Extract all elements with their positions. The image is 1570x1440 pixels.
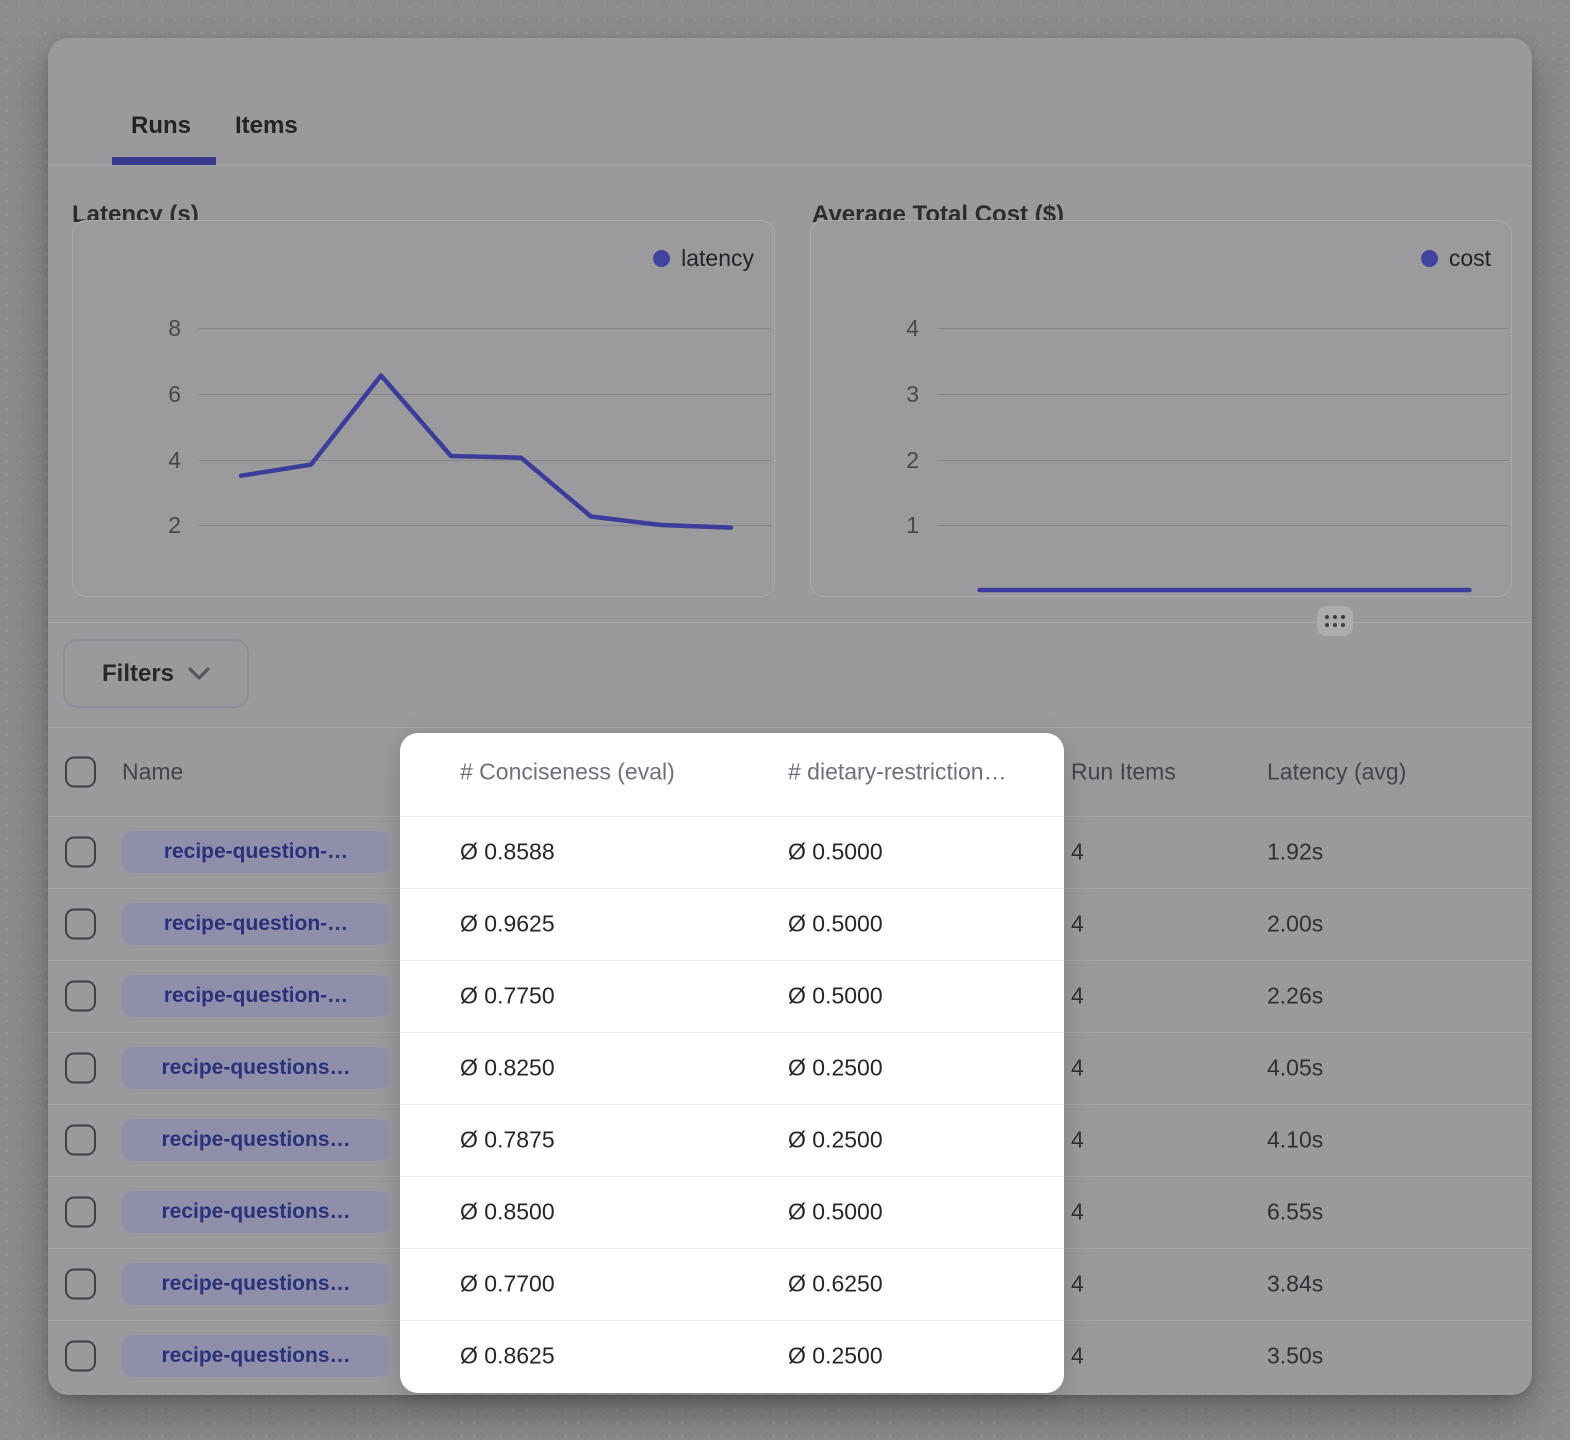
conciseness-score: Ø 0.7700 bbox=[460, 1271, 555, 1298]
cost-legend: cost bbox=[1421, 245, 1491, 272]
run-items-count: 4 bbox=[1071, 1127, 1084, 1154]
run-items-count: 4 bbox=[1071, 1271, 1084, 1298]
dietary-restriction-score: Ø 0.6250 bbox=[788, 1271, 883, 1298]
column-header-run-items[interactable]: Run Items bbox=[1071, 758, 1176, 785]
active-tab-indicator bbox=[112, 157, 216, 165]
row-checkbox[interactable] bbox=[65, 837, 96, 868]
row-checkbox[interactable] bbox=[65, 1053, 96, 1084]
run-name-badge[interactable]: recipe-questions… bbox=[122, 1263, 390, 1305]
cost-line-plot bbox=[811, 221, 1514, 598]
conciseness-score: Ø 0.8250 bbox=[460, 1055, 555, 1082]
latency-chart: 8 6 4 2 latency bbox=[72, 220, 775, 597]
tabs-divider bbox=[48, 165, 1532, 166]
row-checkbox[interactable] bbox=[65, 909, 96, 940]
cost-legend-dot-icon bbox=[1421, 250, 1438, 267]
run-name-badge[interactable]: recipe-questions… bbox=[122, 1119, 390, 1161]
dietary-restriction-score: Ø 0.2500 bbox=[788, 1127, 883, 1154]
column-header-conciseness[interactable]: # Conciseness (eval) bbox=[460, 758, 675, 785]
run-items-count: 4 bbox=[1071, 1199, 1084, 1226]
latency-avg-value: 6.55s bbox=[1267, 1199, 1323, 1226]
table-row: recipe-question-… Ø 0.9625 Ø 0.5000 4 2.… bbox=[48, 888, 1532, 960]
column-header-name[interactable]: Name bbox=[122, 758, 183, 785]
row-checkbox[interactable] bbox=[65, 981, 96, 1012]
conciseness-score: Ø 0.9625 bbox=[460, 911, 555, 938]
conciseness-score: Ø 0.8588 bbox=[460, 839, 555, 866]
row-checkbox[interactable] bbox=[65, 1269, 96, 1300]
run-name-badge[interactable]: recipe-questions… bbox=[122, 1047, 390, 1089]
tab-items[interactable]: Items bbox=[235, 112, 298, 140]
row-checkbox[interactable] bbox=[65, 1341, 96, 1372]
row-checkbox[interactable] bbox=[65, 1197, 96, 1228]
cost-legend-label: cost bbox=[1449, 245, 1491, 272]
latency-avg-value: 2.00s bbox=[1267, 911, 1323, 938]
filters-button-label: Filters bbox=[102, 660, 174, 688]
table-header-row: Name # Conciseness (eval) # dietary-rest… bbox=[48, 727, 1532, 816]
run-name-badge[interactable]: recipe-questions… bbox=[122, 1191, 390, 1233]
dietary-restriction-score: Ø 0.5000 bbox=[788, 839, 883, 866]
dietary-restriction-score: Ø 0.5000 bbox=[788, 983, 883, 1010]
run-items-count: 4 bbox=[1071, 1055, 1084, 1082]
table-row: recipe-question-… Ø 0.8588 Ø 0.5000 4 1.… bbox=[48, 816, 1532, 888]
latency-avg-value: 3.84s bbox=[1267, 1271, 1323, 1298]
run-items-count: 4 bbox=[1071, 839, 1084, 866]
conciseness-score: Ø 0.8625 bbox=[460, 1343, 555, 1370]
table-row: recipe-questions… Ø 0.7875 Ø 0.2500 4 4.… bbox=[48, 1104, 1532, 1176]
table-row: recipe-questions… Ø 0.8500 Ø 0.5000 4 6.… bbox=[48, 1176, 1532, 1248]
latency-legend-dot-icon bbox=[653, 250, 670, 267]
latency-avg-value: 1.92s bbox=[1267, 839, 1323, 866]
dietary-restriction-score: Ø 0.5000 bbox=[788, 1199, 883, 1226]
run-name-badge[interactable]: recipe-questions… bbox=[122, 1335, 390, 1377]
run-name-badge[interactable]: recipe-question-… bbox=[122, 975, 390, 1017]
run-items-count: 4 bbox=[1071, 911, 1084, 938]
column-header-latency-avg[interactable]: Latency (avg) bbox=[1267, 758, 1406, 785]
latency-avg-value: 3.50s bbox=[1267, 1343, 1323, 1370]
dietary-restriction-score: Ø 0.2500 bbox=[788, 1343, 883, 1370]
cost-chart: 4 3 2 1 cost bbox=[810, 220, 1512, 597]
conciseness-score: Ø 0.7875 bbox=[460, 1127, 555, 1154]
select-all-checkbox[interactable] bbox=[65, 756, 96, 787]
latency-legend-label: latency bbox=[681, 245, 754, 272]
latency-avg-value: 4.10s bbox=[1267, 1127, 1323, 1154]
latency-avg-value: 4.05s bbox=[1267, 1055, 1323, 1082]
dietary-restriction-score: Ø 0.2500 bbox=[788, 1055, 883, 1082]
chevron-down-icon bbox=[188, 667, 210, 681]
table-row: recipe-questions… Ø 0.7700 Ø 0.6250 4 3.… bbox=[48, 1248, 1532, 1320]
dietary-restriction-score: Ø 0.5000 bbox=[788, 911, 883, 938]
latency-line-plot bbox=[73, 221, 776, 598]
table-row: recipe-question-… Ø 0.7750 Ø 0.5000 4 2.… bbox=[48, 960, 1532, 1032]
run-name-badge[interactable]: recipe-question-… bbox=[122, 903, 390, 945]
column-header-dietary-restriction[interactable]: # dietary-restriction… bbox=[788, 758, 1007, 785]
table-row: recipe-questions… Ø 0.8250 Ø 0.2500 4 4.… bbox=[48, 1032, 1532, 1104]
conciseness-score: Ø 0.7750 bbox=[460, 983, 555, 1010]
app-screenshot: Runs Items Latency (s) Average Total Cos… bbox=[0, 0, 1570, 1440]
latency-legend: latency bbox=[653, 245, 754, 272]
latency-avg-value: 2.26s bbox=[1267, 983, 1323, 1010]
run-items-count: 4 bbox=[1071, 983, 1084, 1010]
resize-drag-handle-icon[interactable] bbox=[1317, 606, 1353, 636]
charts-divider bbox=[48, 622, 1532, 623]
run-items-count: 4 bbox=[1071, 1343, 1084, 1370]
filters-button[interactable]: Filters bbox=[63, 639, 249, 708]
table-row: recipe-questions… Ø 0.8625 Ø 0.2500 4 3.… bbox=[48, 1320, 1532, 1392]
run-name-badge[interactable]: recipe-question-… bbox=[122, 831, 390, 873]
tab-runs[interactable]: Runs bbox=[131, 112, 191, 140]
conciseness-score: Ø 0.8500 bbox=[460, 1199, 555, 1226]
row-checkbox[interactable] bbox=[65, 1125, 96, 1156]
